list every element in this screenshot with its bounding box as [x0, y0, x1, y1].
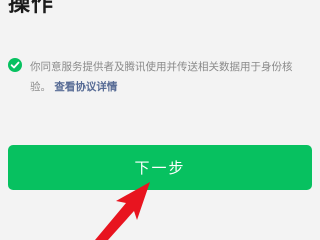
- consent-text-wrapper: 你同意服务提供者及腾讯使用并传送相关数据用于身份核验。 查看协议详情: [30, 57, 312, 97]
- page-title: 操作: [8, 0, 55, 17]
- consent-row: 你同意服务提供者及腾讯使用并传送相关数据用于身份核验。 查看协议详情: [8, 57, 312, 97]
- red-arrow-icon: [95, 182, 150, 240]
- next-button[interactable]: 下一步: [8, 145, 312, 190]
- agreement-link[interactable]: 查看协议详情: [54, 81, 117, 93]
- check-circle-icon[interactable]: [8, 58, 22, 72]
